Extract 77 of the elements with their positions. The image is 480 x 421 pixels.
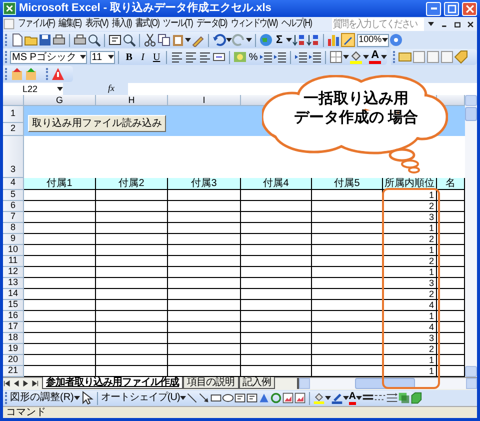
- row-header[interactable]: 15: [3, 300, 24, 310]
- table-cell: 2: [383, 288, 437, 300]
- column-header[interactable]: H: [96, 94, 168, 104]
- menu-item[interactable]: 表示(V): [85, 17, 108, 31]
- menu-item[interactable]: データ(D): [196, 17, 227, 31]
- row-header[interactable]: 2: [3, 122, 24, 136]
- table-header-cell: 付属3: [168, 178, 241, 190]
- font-size-dropdown[interactable]: 11: [90, 50, 116, 64]
- percent-button[interactable]: %: [247, 50, 260, 64]
- table-header-cell: 付属4: [241, 178, 312, 190]
- name-box-value: L22: [21, 82, 39, 94]
- row-header[interactable]: 16: [3, 310, 24, 322]
- italic-button[interactable]: I: [136, 50, 150, 64]
- sheet-tab[interactable]: 参加者取り込み用ファイル作成: [42, 377, 183, 389]
- menu-item[interactable]: ヘルプ(H): [281, 17, 312, 31]
- row-header[interactable]: 10: [3, 244, 24, 256]
- table-cell: 2: [383, 234, 437, 244]
- table-cell: 3: [383, 212, 437, 222]
- table-cell: 2: [383, 344, 437, 354]
- row-header[interactable]: 1: [3, 106, 24, 122]
- name-box[interactable]: L22: [3, 82, 63, 94]
- callout-text: データ作成の 場合: [294, 108, 418, 126]
- callout-text: 一括取り込み用: [304, 88, 408, 108]
- row-header[interactable]: 9: [3, 234, 24, 244]
- table-cell: 4: [383, 300, 437, 310]
- row-header[interactable]: 21: [3, 366, 24, 376]
- menu-item[interactable]: 編集(E): [58, 17, 82, 31]
- autosum-button[interactable]: Σ: [276, 32, 283, 48]
- table-cell: 1: [383, 190, 437, 200]
- table-header-cell: 付属5: [312, 178, 383, 190]
- zoom-value: 100%: [358, 33, 382, 46]
- table-cell: 3: [383, 332, 437, 344]
- sheet-tab[interactable]: 記入例: [238, 377, 275, 389]
- insert-function-button[interactable]: fx: [108, 82, 128, 96]
- row-header[interactable]: 11: [3, 256, 24, 266]
- row-header[interactable]: 13: [3, 278, 24, 288]
- window-title: Microsoft Excel - 取り込みデータ作成エクセル.xls: [19, 0, 272, 16]
- sheet-tab[interactable]: 項目の説明: [183, 377, 238, 389]
- import-file-button[interactable]: 取り込み用ファイル読み込み: [28, 114, 166, 132]
- table-cell: 1: [383, 222, 437, 234]
- table-cell: 3: [383, 278, 437, 288]
- row-header[interactable]: 14: [3, 288, 24, 300]
- table-cell: 2: [383, 200, 437, 212]
- autoshapes-button[interactable]: オートシェイプ(U): [100, 391, 180, 406]
- table-cell: 1: [383, 266, 437, 278]
- table-cell: 4: [383, 322, 437, 332]
- bold-button[interactable]: B: [122, 50, 136, 64]
- row-header[interactable]: 3: [3, 136, 24, 178]
- row-header[interactable]: 19: [3, 344, 24, 354]
- font-size: 11: [90, 50, 104, 64]
- table-header-cell: 名: [437, 178, 465, 190]
- table-cell: 1: [383, 310, 437, 322]
- table-header-cell: 付属2: [96, 178, 168, 190]
- row-header[interactable]: 8: [3, 222, 24, 234]
- row-header[interactable]: 6: [3, 200, 24, 212]
- menu-item[interactable]: ファイル(F): [18, 17, 55, 31]
- row-header[interactable]: 4: [3, 178, 24, 190]
- row-header[interactable]: 17: [3, 322, 24, 332]
- row-header[interactable]: 5: [3, 190, 24, 200]
- table-header-cell: 付属1: [24, 178, 96, 190]
- row-header[interactable]: 12: [3, 266, 24, 278]
- row-header[interactable]: 7: [3, 212, 24, 222]
- underline-button[interactable]: U: [150, 50, 164, 64]
- column-header[interactable]: G: [24, 94, 96, 104]
- menu-item[interactable]: 書式(O): [136, 17, 160, 31]
- menu-item[interactable]: 挿入(I): [112, 17, 132, 31]
- table-cell: 2: [383, 256, 437, 266]
- draw-menu-button[interactable]: 図形の調整(R): [10, 391, 74, 406]
- column-header[interactable]: I: [168, 94, 241, 104]
- menu-item[interactable]: ツール(T): [163, 17, 193, 31]
- table-cell: 1: [383, 244, 437, 256]
- row-header[interactable]: 20: [3, 354, 24, 366]
- menu-item[interactable]: ウィンドウ(W): [230, 17, 278, 31]
- row-header[interactable]: 18: [3, 332, 24, 344]
- table-cell: 1: [383, 354, 437, 366]
- zoom-dropdown[interactable]: 100%: [356, 34, 389, 46]
- status-text: コマンド: [6, 407, 46, 418]
